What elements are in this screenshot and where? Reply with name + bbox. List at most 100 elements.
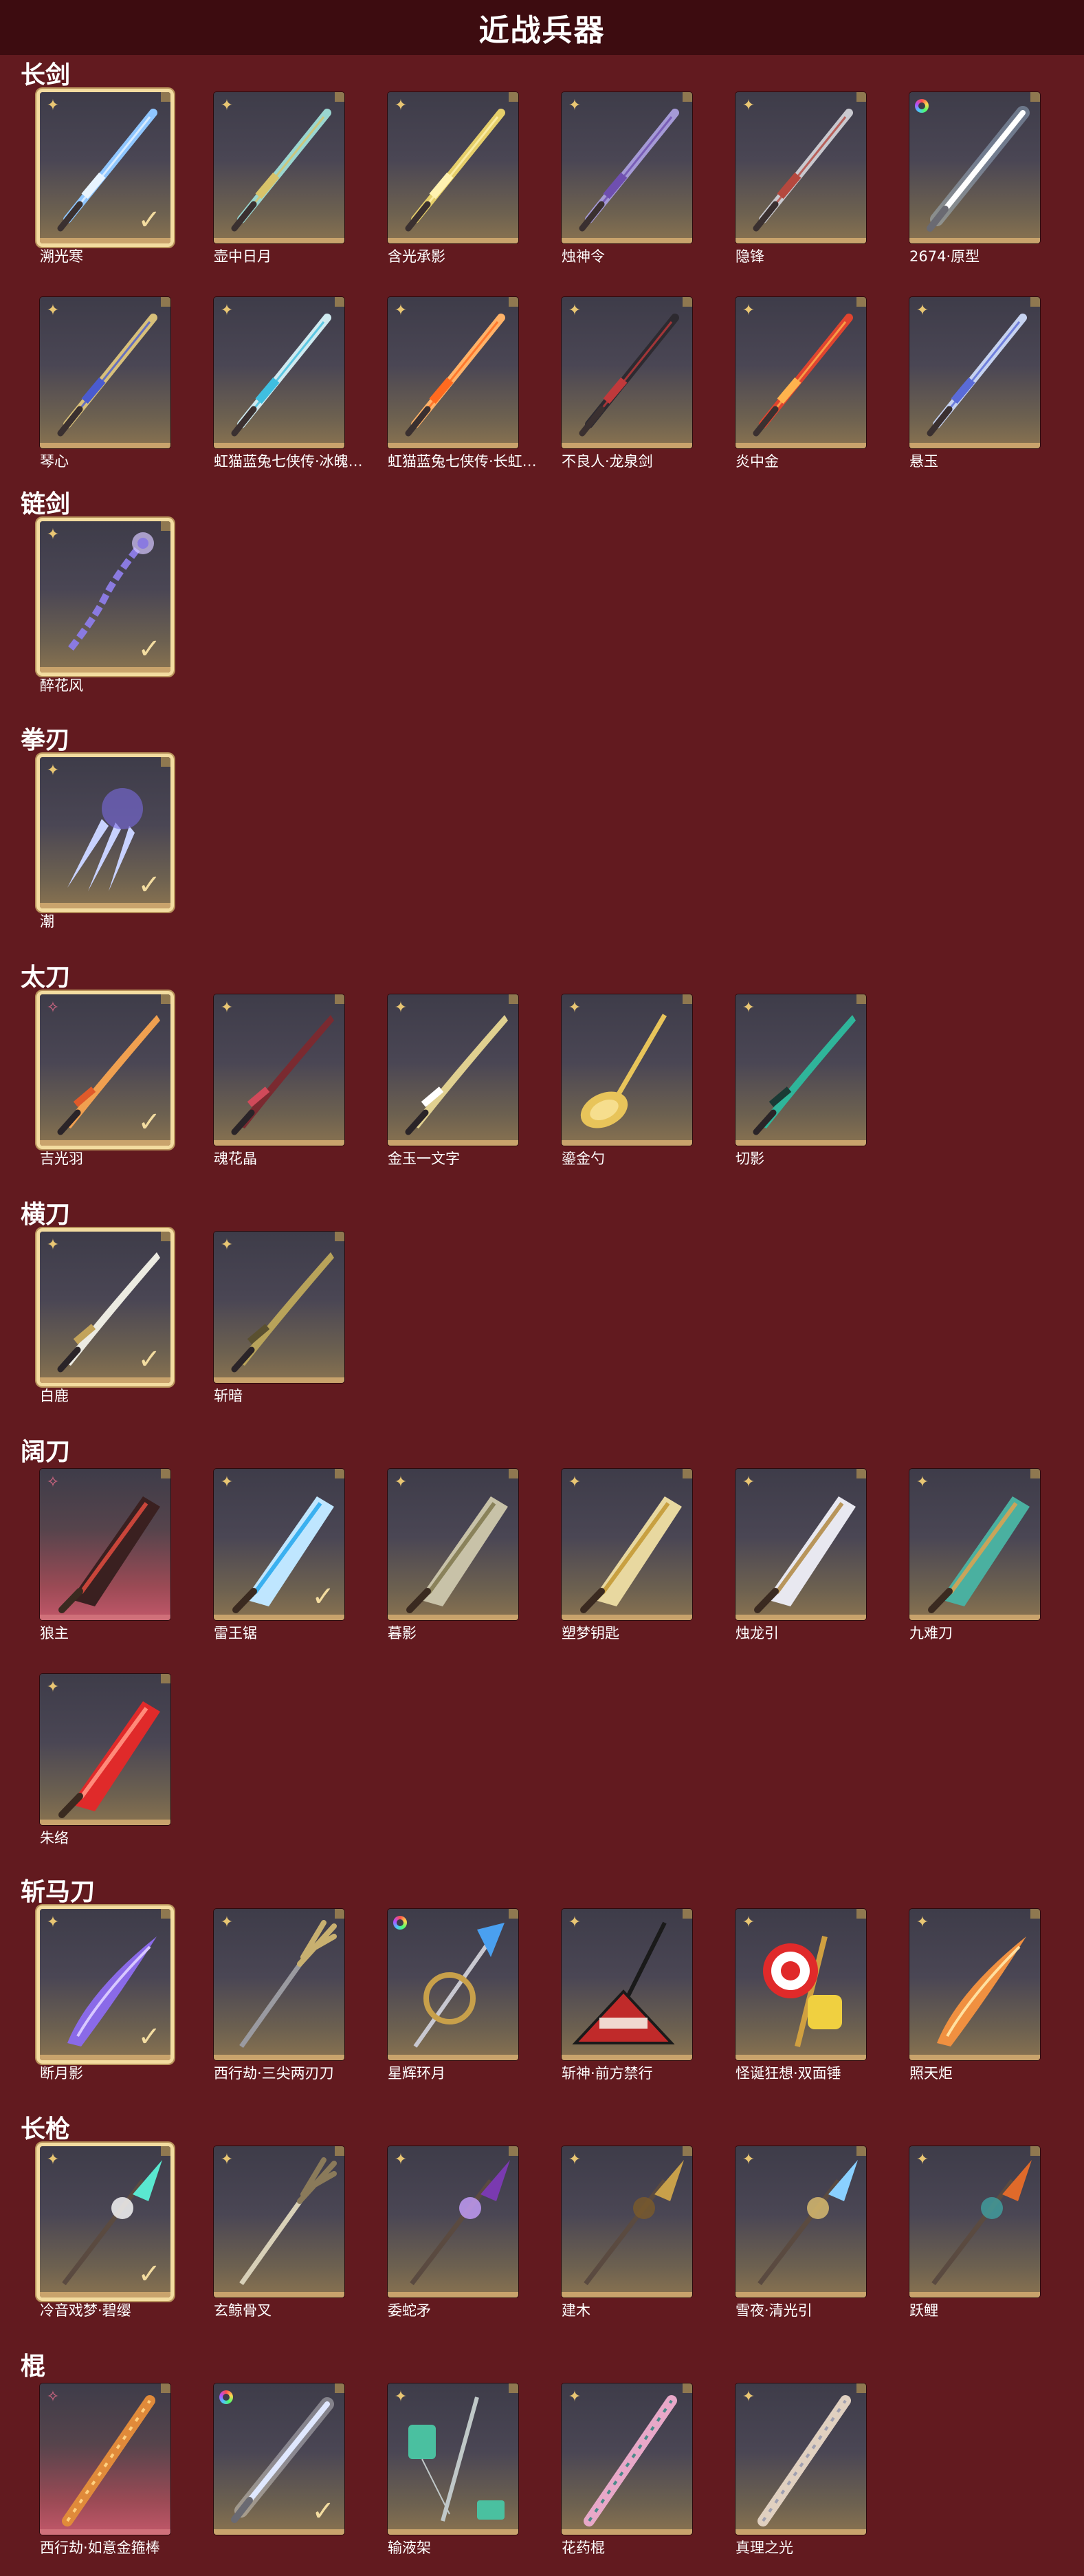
weapon-shape: [231, 201, 257, 232]
weapon-tile[interactable]: ✦: [214, 994, 344, 1146]
weapon-card[interactable]: ✦ 九难刀: [909, 1469, 1043, 1641]
weapon-tile[interactable]: ✦: [214, 2146, 344, 2297]
weapon-tile[interactable]: ✦: [40, 297, 170, 448]
weapon-card[interactable]: ✦ 金玉一文字: [388, 994, 521, 1167]
weapon-card[interactable]: ✦ 琴心: [40, 297, 173, 470]
weapon-card[interactable]: ✦ 斩神·前方禁行: [562, 1909, 695, 2082]
rarity-strip: [388, 2529, 518, 2535]
weapon-tile[interactable]: ✧: [40, 1469, 170, 1620]
weapon-tile[interactable]: ✦: [909, 297, 1040, 448]
weapon-card[interactable]: ✦ 塑梦钥匙: [562, 1469, 695, 1641]
weapon-card[interactable]: ✦ 不良人·龙泉剑: [562, 297, 695, 470]
weapon-card[interactable]: 2674·原型: [909, 92, 1043, 265]
weapon-tile[interactable]: ✦: [562, 92, 692, 243]
weapon-card[interactable]: ✦ 建木: [562, 2146, 695, 2319]
weapon-card[interactable]: ✦ 切影: [735, 994, 869, 1167]
weapon-tile[interactable]: ✦: [562, 994, 692, 1146]
weapon-tile[interactable]: ✦: [562, 1909, 692, 2060]
weapon-card[interactable]: ✦ ✓ 醉花风: [40, 521, 173, 694]
weapon-card[interactable]: ✦ 斩暗: [214, 1232, 347, 1404]
weapon-card[interactable]: ✦ 玄鲸骨叉: [214, 2146, 347, 2319]
weapon-card[interactable]: ✦ 烛龙引: [735, 1469, 869, 1641]
weapon-tile[interactable]: ✧ ✓: [40, 994, 170, 1146]
weapon-tile[interactable]: ✦: [735, 2383, 866, 2535]
weapon-tile[interactable]: ✦: [909, 1909, 1040, 2060]
weapon-tile[interactable]: ✦ ✓: [40, 2146, 170, 2297]
weapon-card[interactable]: ✦ 虹猫蓝兔七侠传·冰魄…: [214, 297, 363, 470]
weapon-card[interactable]: ✦ 雪夜·清光引: [735, 2146, 869, 2319]
weapon-tile[interactable]: ✦: [562, 297, 692, 448]
weapon-card[interactable]: ✦ ✓ 冷音戏梦·碧缨: [40, 2146, 173, 2319]
weapon-card[interactable]: ✦ 鎏金勺: [562, 994, 695, 1167]
weapon-card[interactable]: ✦ 炎中金: [735, 297, 869, 470]
tile-corner-tab: [161, 521, 170, 531]
weapon-card[interactable]: ✦ 照天炬: [909, 1909, 1043, 2082]
weapon-tile[interactable]: ✦: [214, 1909, 344, 2060]
weapon-art: [927, 106, 1030, 232]
weapon-card[interactable]: ✦ 西行劫·三尖两刃刀: [214, 1909, 347, 2082]
weapon-card[interactable]: ✦ 委蛇矛: [388, 2146, 521, 2319]
weapon-card[interactable]: ✦ 隐锋: [735, 92, 869, 265]
weapon-card[interactable]: ✧ ✓ 吉光羽: [40, 994, 173, 1167]
weapon-tile[interactable]: ✓: [214, 2383, 344, 2535]
weapon-shape: [579, 201, 605, 232]
weapon-card[interactable]: ✦ 烛神令: [562, 92, 695, 265]
weapon-tile[interactable]: ✦: [562, 2383, 692, 2535]
weapon-card[interactable]: ✦ ✓ 白鹿: [40, 1232, 173, 1404]
weapon-tile[interactable]: ✧: [40, 2383, 170, 2535]
weapon-tile[interactable]: ✦: [735, 92, 866, 243]
weapon-tile[interactable]: ✦: [909, 2146, 1040, 2297]
weapon-tile[interactable]: ✦: [214, 297, 344, 448]
weapon-tile[interactable]: [388, 1909, 518, 2060]
weapon-tile[interactable]: ✦: [562, 2146, 692, 2297]
weapon-card[interactable]: ✦ ✓ 雷王锯: [214, 1469, 347, 1641]
gold-star-icon: ✦: [916, 1914, 929, 1931]
weapon-tile[interactable]: ✦: [388, 994, 518, 1146]
weapon-card[interactable]: ✦ 真理之光: [735, 2383, 869, 2556]
weapon-card[interactable]: ✦ 输液架: [388, 2383, 521, 2556]
tile-corner-tab: [161, 1674, 170, 1683]
weapon-tile[interactable]: ✦: [735, 1469, 866, 1620]
weapon-card[interactable]: ✦ ✓ 断月影: [40, 1909, 173, 2082]
weapon-card[interactable]: ✧ 西行劫·如意金箍棒: [40, 2383, 173, 2556]
weapon-tile[interactable]: ✦: [214, 1232, 344, 1383]
weapon-card[interactable]: ✦ 悬玉: [909, 297, 1043, 470]
weapon-tile[interactable]: ✦ ✓: [40, 1232, 170, 1383]
weapon-tile[interactable]: ✦: [735, 297, 866, 448]
weapon-tile[interactable]: ✦: [388, 92, 518, 243]
weapon-card[interactable]: ✦ 魂花晶: [214, 994, 347, 1167]
weapon-tile[interactable]: ✦: [562, 1469, 692, 1620]
weapon-card[interactable]: ✓: [214, 2383, 347, 2548]
weapon-card[interactable]: ✦ 暮影: [388, 1469, 521, 1641]
weapon-card[interactable]: ✧ 狼主: [40, 1469, 173, 1641]
weapon-card[interactable]: 星辉环月: [388, 1909, 521, 2082]
weapon-card[interactable]: ✦ 朱络: [40, 1674, 173, 1846]
weapon-tile[interactable]: ✦ ✓: [40, 1909, 170, 2060]
weapon-tile[interactable]: ✦: [735, 2146, 866, 2297]
weapon-card[interactable]: ✦ 跃鲤: [909, 2146, 1043, 2319]
weapon-card[interactable]: ✦ 虹猫蓝兔七侠传·长虹…: [388, 297, 537, 470]
weapon-tile[interactable]: ✦: [388, 2146, 518, 2297]
weapon-tile[interactable]: ✦: [735, 994, 866, 1146]
weapon-name: 魂花晶: [214, 1150, 257, 1167]
weapon-shape: [62, 2179, 145, 2286]
weapon-tile[interactable]: [909, 92, 1040, 243]
tile-corner-tab: [161, 1232, 170, 1241]
weapon-tile[interactable]: ✦: [388, 2383, 518, 2535]
weapon-tile[interactable]: ✦: [909, 1469, 1040, 1620]
weapon-card[interactable]: ✦ 壶中日月: [214, 92, 347, 265]
weapon-tile[interactable]: ✦: [214, 92, 344, 243]
weapon-card[interactable]: ✦ ✓ 溯光寒: [40, 92, 173, 265]
weapon-card[interactable]: ✦ ✓ 潮: [40, 757, 173, 930]
weapon-tile[interactable]: ✦ ✓: [40, 757, 170, 908]
weapon-tile[interactable]: ✦ ✓: [40, 521, 170, 673]
weapon-card[interactable]: ✦ 花药棍: [562, 2383, 695, 2556]
weapon-tile[interactable]: ✦ ✓: [40, 92, 170, 243]
weapon-tile[interactable]: ✦: [388, 1469, 518, 1620]
weapon-tile[interactable]: ✦: [735, 1909, 866, 2060]
weapon-tile[interactable]: ✦ ✓: [214, 1469, 344, 1620]
weapon-tile[interactable]: ✦: [388, 297, 518, 448]
weapon-tile[interactable]: ✦: [40, 1674, 170, 1825]
weapon-card[interactable]: ✦ 怪诞狂想·双面锤: [735, 1909, 869, 2082]
weapon-card[interactable]: ✦ 含光承影: [388, 92, 521, 265]
